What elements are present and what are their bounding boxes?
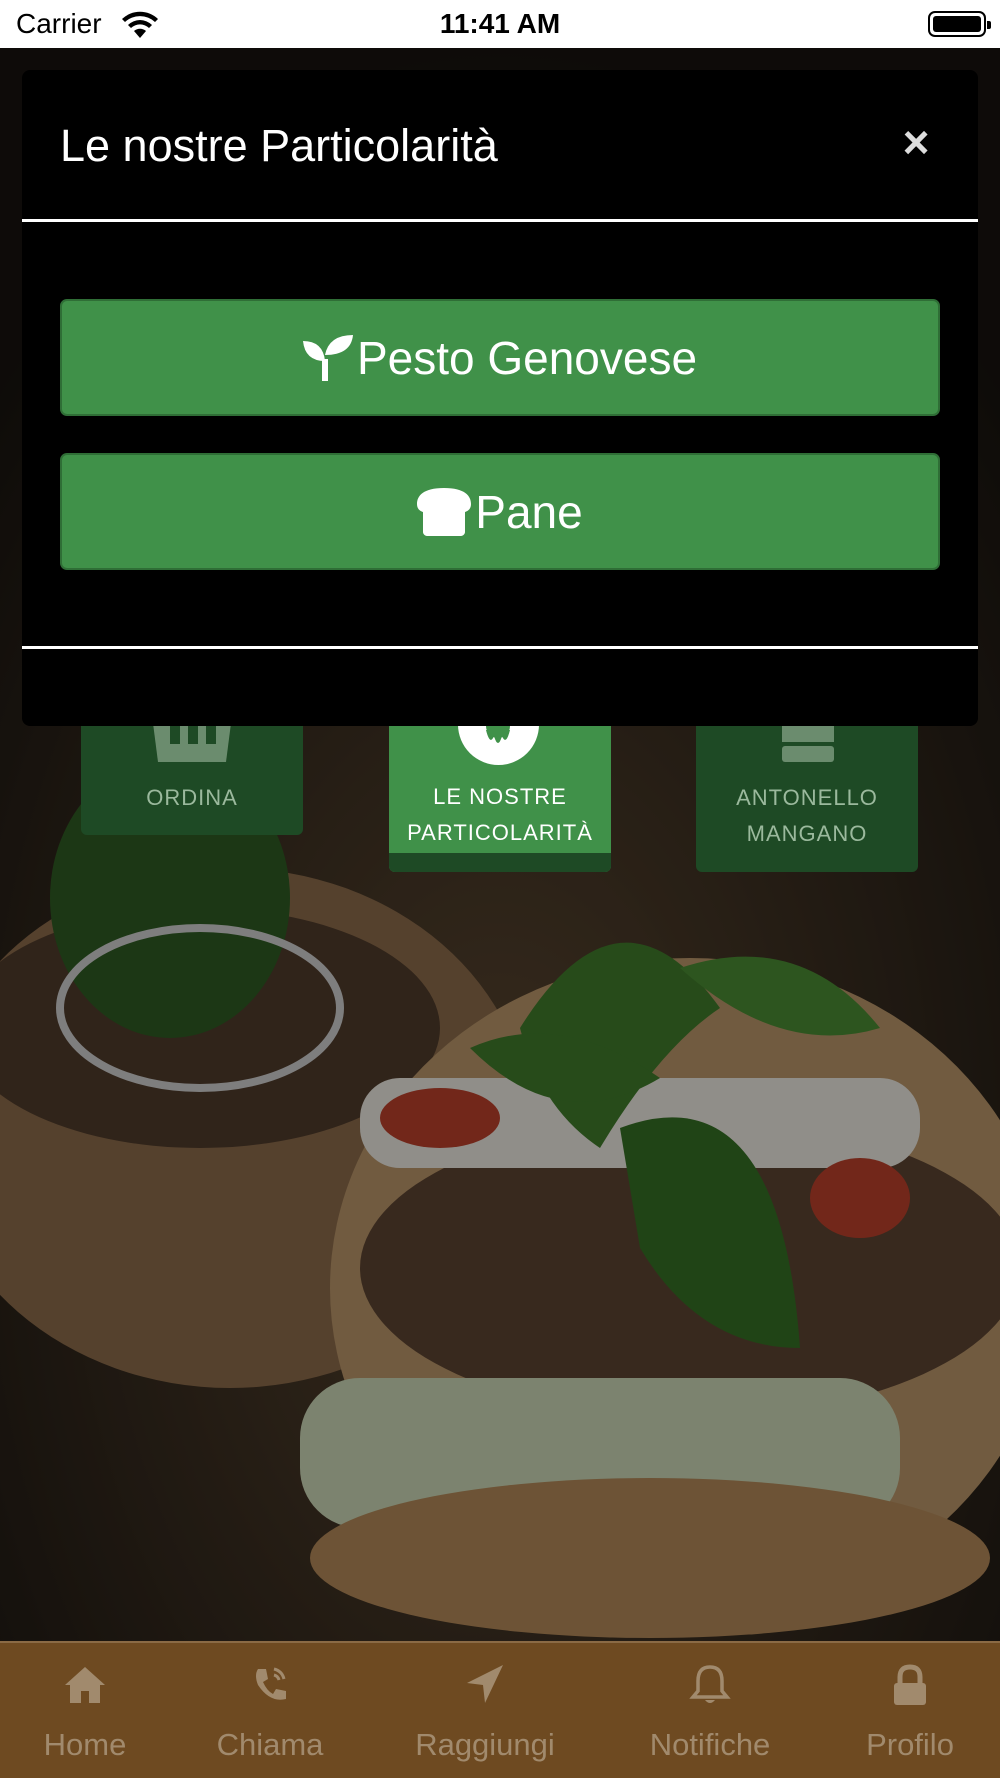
tab-label: Profilo <box>866 1727 954 1762</box>
tab-bar: Home Chiama Raggiungi Notifiche Profilo <box>0 1641 1000 1778</box>
modal-title: Le nostre Particolarità <box>60 120 498 171</box>
location-arrow-icon <box>467 1665 503 1703</box>
tile-label: ORDINA <box>146 785 238 810</box>
bell-icon <box>689 1665 731 1703</box>
tab-chiama[interactable]: Chiama <box>200 1643 340 1778</box>
lock-icon <box>894 1664 926 1705</box>
divider <box>22 219 978 222</box>
pane-button[interactable]: Pane <box>60 453 940 570</box>
clock: 11:41 AM <box>439 8 561 39</box>
seedling-icon <box>302 334 353 381</box>
tab-raggiungi[interactable]: Raggiungi <box>395 1643 575 1778</box>
home-icon <box>65 1667 105 1703</box>
phone-icon <box>256 1667 286 1700</box>
particolarita-modal: Le nostre Particolarità × Pesto Genovese… <box>22 70 978 726</box>
tab-label: Notifiche <box>649 1727 771 1762</box>
tile-label: ANTONELLO MANGANO <box>736 785 878 846</box>
bread-icon <box>417 487 472 536</box>
battery-icon <box>928 11 991 37</box>
button-label: Pane <box>475 485 583 538</box>
tile-label: LE NOSTRE PARTICOLARITÀ <box>407 784 593 845</box>
tab-label: Home <box>43 1727 127 1762</box>
button-label: Pesto Genovese <box>356 331 698 384</box>
divider <box>22 646 978 649</box>
pesto-genovese-button[interactable]: Pesto Genovese <box>60 299 940 416</box>
tab-label: Raggiungi <box>415 1727 555 1762</box>
tab-notifiche[interactable]: Notifiche <box>630 1643 790 1778</box>
tab-label: Chiama <box>216 1727 324 1762</box>
tile-active-indicator <box>389 853 611 872</box>
tab-profilo[interactable]: Profilo <box>845 1643 975 1778</box>
close-icon[interactable]: × <box>892 119 940 168</box>
status-bar: Carrier 11:41 AM <box>0 0 1000 48</box>
tab-home[interactable]: Home <box>20 1643 150 1778</box>
